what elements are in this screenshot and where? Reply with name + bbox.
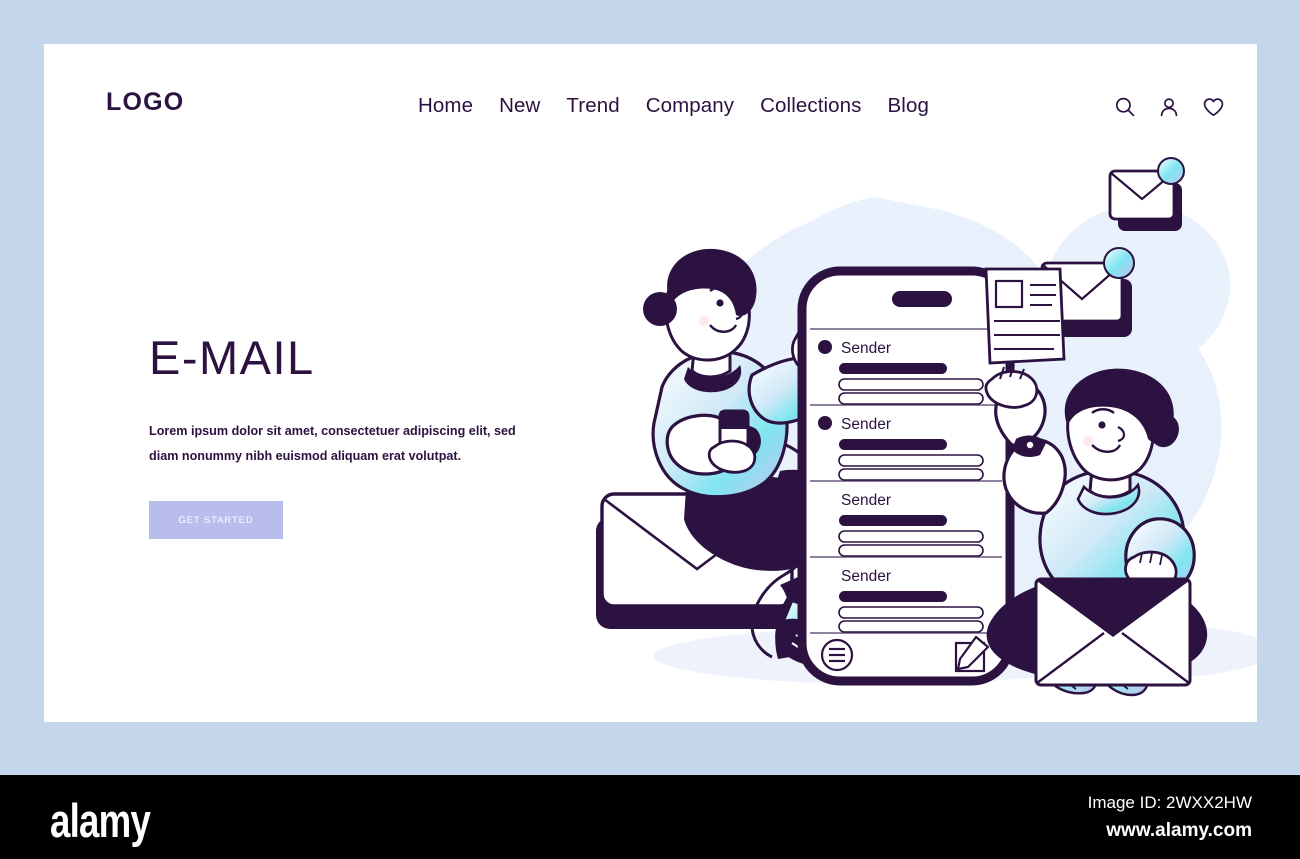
image-id: Image ID: 2WXX2HW <box>1087 793 1252 812</box>
nav-link-company[interactable]: Company <box>646 94 734 118</box>
phone-mockup: Sender Sender Sender Sender <box>797 266 1015 686</box>
inbox-sender-label: Sender <box>841 416 891 433</box>
screenshot-stage: LOGO Home New Trend Company Collections … <box>0 0 1300 859</box>
page-title: E-MAIL <box>149 331 315 384</box>
hero-text-block: E-MAIL Lorem ipsum dolor sit amet, conse… <box>149 331 579 540</box>
nav-link-collections[interactable]: Collections <box>760 94 861 118</box>
alamy-url: www.alamy.com <box>1106 820 1252 841</box>
nav-link-blog[interactable]: Blog <box>888 94 929 118</box>
unread-dot <box>818 416 832 430</box>
unread-dot <box>818 340 832 354</box>
header-icon-group <box>1114 96 1225 123</box>
nav-link-trend[interactable]: Trend <box>566 94 619 118</box>
landing-page-card: LOGO Home New Trend Company Collections … <box>44 44 1257 722</box>
email-illustration: Sender Sender Sender Sender <box>544 139 1257 722</box>
heart-icon[interactable] <box>1202 96 1225 123</box>
alamy-brand: alamy <box>50 794 151 847</box>
phone-speaker <box>892 291 952 307</box>
nav-link-new[interactable]: New <box>499 94 540 118</box>
site-logo[interactable]: LOGO <box>106 88 184 117</box>
menu-icon <box>820 638 854 672</box>
floating-envelope-top <box>1108 157 1185 231</box>
notification-badge <box>1103 247 1135 279</box>
held-envelope <box>1034 577 1192 687</box>
notification-badge <box>1157 157 1185 185</box>
compose-icon <box>954 635 990 673</box>
hero-paragraph: Lorem ipsum dolor sit amet, consectetuer… <box>149 424 516 464</box>
nav-link-home[interactable]: Home <box>418 94 473 118</box>
search-icon[interactable] <box>1114 96 1136 123</box>
inbox-sender-label: Sender <box>841 340 891 357</box>
main-navigation: Home New Trend Company Collections Blog <box>418 94 929 118</box>
inbox-sender-label: Sender <box>841 492 891 509</box>
user-icon[interactable] <box>1158 96 1180 123</box>
inbox-sender-label: Sender <box>841 568 891 585</box>
alamy-watermark-bar: alamy Image ID: 2WXX2HW www.alamy.com <box>0 775 1300 859</box>
get-started-button[interactable]: GET STARTED <box>149 501 283 540</box>
